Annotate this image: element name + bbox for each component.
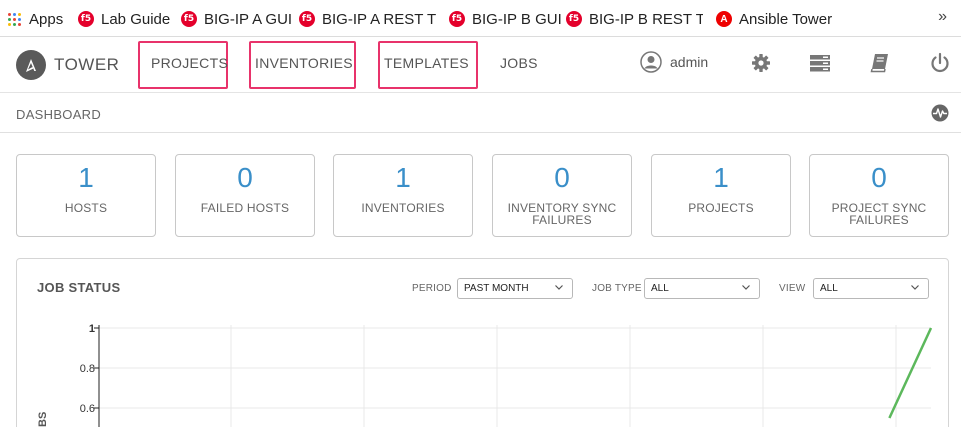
y-tick-label: 1 bbox=[89, 323, 95, 335]
y-tick-label: 0.6 bbox=[80, 403, 95, 415]
count-value: 0 bbox=[871, 162, 887, 193]
count-card-hosts[interactable]: 1 HOSTS bbox=[16, 154, 156, 237]
count-card-project-sync-failures[interactable]: 0 PROJECT SYNC FAILURES bbox=[809, 154, 949, 237]
count-label: INVENTORIES bbox=[361, 201, 445, 215]
count-label: PROJECT SYNC FAILURES bbox=[831, 201, 927, 227]
f5-icon: f5 bbox=[299, 11, 315, 27]
bookmark-ansible-tower[interactable]: A Ansible Tower bbox=[716, 9, 832, 29]
count-label: HOSTS bbox=[64, 201, 108, 215]
count-card-projects[interactable]: 1 PROJECTS bbox=[651, 154, 791, 237]
tower-logo[interactable]: TOWER bbox=[16, 50, 119, 80]
apps-grid-icon bbox=[8, 12, 21, 26]
f5-icon: f5 bbox=[78, 11, 94, 27]
f5-icon: f5 bbox=[566, 11, 582, 27]
bookmark-lab-guide[interactable]: f5 Lab Guide bbox=[78, 9, 170, 29]
count-value: 0 bbox=[554, 162, 570, 193]
bookmark-bigip-a-rest[interactable]: f5 BIG-IP A REST TO bbox=[299, 9, 436, 29]
bookmark-apps[interactable]: Apps bbox=[8, 9, 63, 29]
user-avatar-icon bbox=[640, 51, 662, 73]
bookmark-label: Apps bbox=[29, 10, 64, 28]
user-menu[interactable]: admin bbox=[640, 51, 708, 73]
count-value: 1 bbox=[78, 162, 94, 193]
top-navigation: TOWER PROJECTS INVENTORIES TEMPLATES JOB… bbox=[0, 37, 961, 93]
ansible-logo-icon bbox=[16, 50, 46, 80]
bookmark-label: BIG-IP A REST TO bbox=[322, 10, 436, 28]
job-status-panel: JOB STATUS PERIOD PAST MONTH JOB TYPE AL… bbox=[16, 258, 949, 427]
job-status-chart: 1 0.8 0.6 BS bbox=[37, 323, 933, 427]
bookmark-label: Ansible Tower bbox=[739, 10, 833, 28]
bookmark-label: BIG-IP B REST TO bbox=[589, 10, 703, 28]
bookmark-bigip-b-rest[interactable]: f5 BIG-IP B REST TO bbox=[566, 9, 703, 29]
nav-templates[interactable]: TEMPLATES bbox=[384, 55, 469, 71]
nav-projects[interactable]: PROJECTS bbox=[151, 55, 228, 71]
count-card-inventory-sync-failures[interactable]: 0 INVENTORY SYNC FAILURES bbox=[492, 154, 632, 237]
username: admin bbox=[670, 54, 709, 70]
activity-stream-icon[interactable] bbox=[931, 104, 949, 122]
count-value: 1 bbox=[713, 162, 729, 193]
server-icon[interactable] bbox=[809, 52, 831, 74]
count-card-failed-hosts[interactable]: 0 FAILED HOSTS bbox=[175, 154, 315, 237]
bookmark-label: Lab Guide bbox=[101, 10, 171, 28]
count-label: FAILED HOSTS bbox=[200, 201, 290, 215]
nav-jobs[interactable]: JOBS bbox=[500, 55, 538, 71]
bookmark-label: BIG-IP A GUI bbox=[204, 10, 293, 28]
count-label: INVENTORY SYNC FAILURES bbox=[507, 201, 617, 227]
bookmark-bigip-b-gui[interactable]: f5 BIG-IP B GUI bbox=[449, 9, 562, 29]
bookmarks-overflow-chevron[interactable]: » bbox=[938, 8, 947, 26]
bookmarks-bar: Apps f5 Lab Guide f5 BIG-IP A GUI f5 BIG… bbox=[0, 0, 961, 37]
count-value: 0 bbox=[237, 162, 253, 193]
count-label: PROJECTS bbox=[688, 201, 754, 215]
breadcrumb: DASHBOARD bbox=[16, 107, 102, 122]
count-card-inventories[interactable]: 1 INVENTORIES bbox=[333, 154, 473, 237]
y-axis-label: BS bbox=[37, 412, 49, 427]
count-value: 1 bbox=[395, 162, 411, 193]
f5-icon: f5 bbox=[449, 11, 465, 27]
book-icon[interactable] bbox=[869, 52, 891, 74]
nav-inventories[interactable]: INVENTORIES bbox=[255, 55, 353, 71]
power-icon[interactable] bbox=[929, 52, 951, 74]
chart-grid bbox=[99, 325, 931, 427]
breadcrumb-bar: DASHBOARD bbox=[0, 94, 961, 133]
y-tick-label: 0.8 bbox=[80, 363, 95, 375]
ansible-icon: A bbox=[716, 11, 732, 27]
gear-icon[interactable] bbox=[750, 52, 772, 74]
bookmark-label: BIG-IP B GUI bbox=[472, 10, 562, 28]
f5-icon: f5 bbox=[181, 11, 197, 27]
brand-name: TOWER bbox=[54, 55, 120, 74]
bookmark-bigip-a-gui[interactable]: f5 BIG-IP A GUI bbox=[181, 9, 292, 29]
